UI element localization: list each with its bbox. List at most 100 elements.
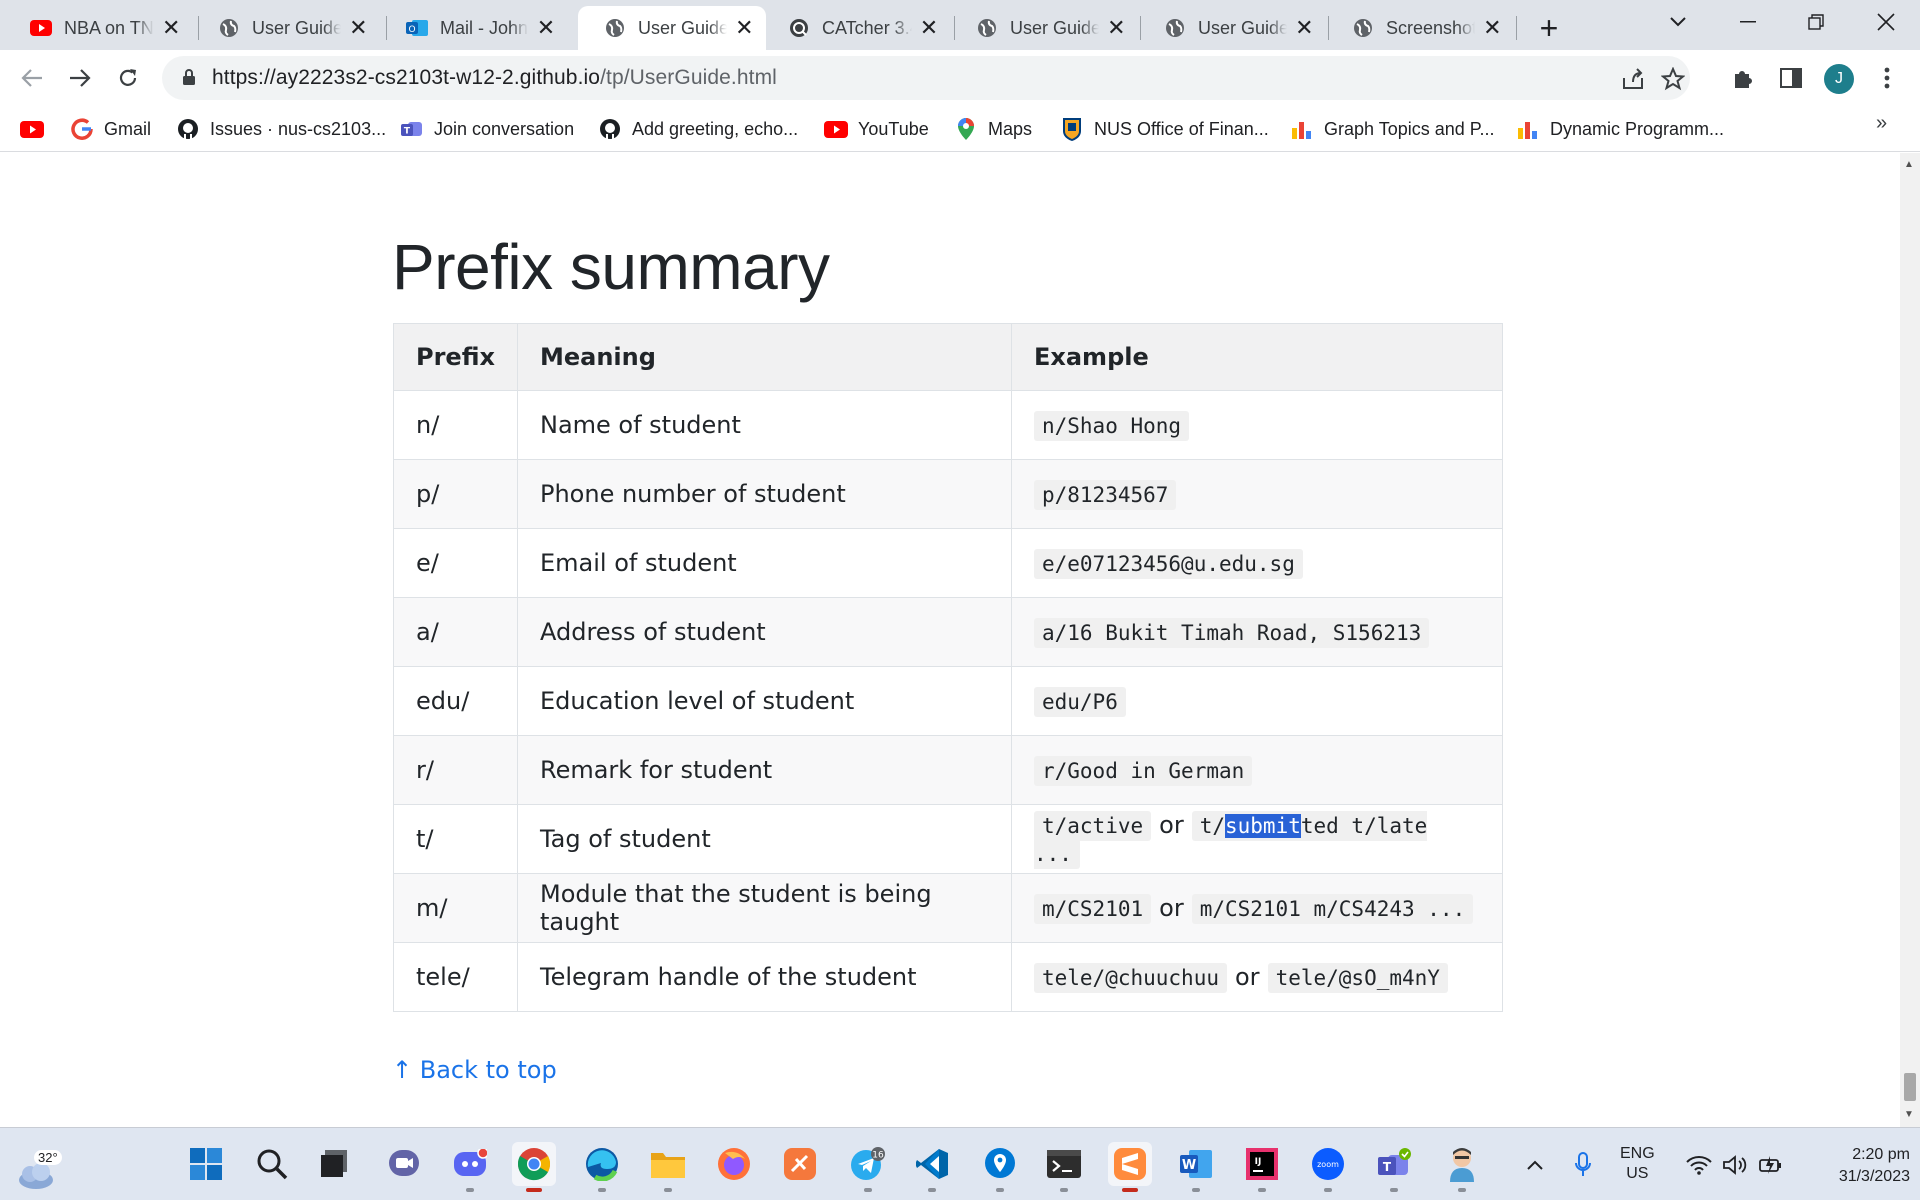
new-tab-button[interactable]: +	[1530, 10, 1568, 46]
tab-mail[interactable]: O Mail - John ✕	[380, 6, 568, 50]
share-icon[interactable]	[1620, 66, 1646, 92]
teams-chat-icon[interactable]	[382, 1142, 426, 1186]
maps-icon	[954, 117, 978, 141]
close-icon[interactable]: ✕	[347, 15, 370, 40]
terminal-icon[interactable]	[1042, 1142, 1086, 1192]
extensions-icon[interactable]	[1728, 63, 1758, 93]
close-icon[interactable]: ✕	[1293, 15, 1316, 40]
close-icon[interactable]: ✕	[918, 15, 940, 40]
tab-user-guide[interactable]: User Guide ✕	[1138, 6, 1326, 50]
tab-label: NBA on TNT	[64, 17, 154, 38]
bookmark-issues[interactable]: Issues · nus-cs2103...	[176, 114, 386, 144]
sublime-icon[interactable]	[1108, 1142, 1152, 1192]
avatar-app-icon[interactable]	[1440, 1142, 1484, 1192]
bookmark-nus-finance[interactable]: NUS Office of Finan...	[1060, 114, 1269, 144]
close-window-button[interactable]	[1858, 0, 1914, 44]
bookmark-youtube-shortcut[interactable]	[20, 114, 54, 144]
microphone-icon[interactable]	[1574, 1128, 1592, 1200]
volume-icon[interactable]	[1722, 1128, 1748, 1200]
example-code: a/16 Bukit Timah Road, S156213	[1033, 618, 1430, 648]
minimize-button[interactable]	[1720, 0, 1776, 44]
bookmark-youtube[interactable]: YouTube	[824, 114, 929, 144]
tab-catcher[interactable]: CATcher 3.4 ✕	[762, 6, 950, 50]
restore-button[interactable]	[1788, 0, 1844, 44]
wifi-icon[interactable]	[1686, 1128, 1712, 1200]
bookmark-graph-topics[interactable]: Graph Topics and P...	[1290, 114, 1494, 144]
close-icon[interactable]: ✕	[1105, 15, 1128, 40]
language-indicator[interactable]: ENG US	[1620, 1144, 1655, 1184]
intellij-icon[interactable]: IJ	[1240, 1142, 1284, 1192]
close-icon[interactable]: ✕	[160, 15, 182, 40]
file-explorer-dark-icon[interactable]	[312, 1142, 356, 1186]
reload-button[interactable]	[108, 58, 148, 98]
text-selection: submit	[1225, 814, 1301, 838]
close-icon[interactable]: ✕	[534, 15, 558, 40]
sourcetree-icon[interactable]	[778, 1142, 822, 1186]
tab-search-button[interactable]	[1650, 0, 1706, 44]
side-panel-icon[interactable]	[1776, 63, 1806, 93]
teams-icon[interactable]: T	[1372, 1142, 1416, 1192]
lock-icon[interactable]	[182, 68, 196, 91]
forward-button[interactable]	[60, 58, 100, 98]
github-icon	[176, 117, 200, 141]
scroll-up-arrow-icon[interactable]: ▲	[1904, 159, 1914, 170]
vscode-icon[interactable]	[910, 1142, 954, 1192]
discord-icon[interactable]	[448, 1142, 492, 1192]
bookmark-label: Gmail	[104, 118, 152, 139]
tab-user-guide-active[interactable]: User Guide ✕	[578, 6, 766, 50]
system-clock[interactable]: 2:20 pm 31/3/2023	[1806, 1144, 1910, 1188]
tab-user-guide[interactable]: User Guide ✕	[192, 6, 380, 50]
url-path: /tp/UserGuide.html	[600, 66, 777, 89]
bookmark-join-conversation[interactable]: T Join conversation	[400, 114, 574, 144]
table-row: edu/Education level of student edu/P6	[393, 666, 1504, 736]
example-cell: n/Shao Hong	[1010, 390, 1504, 460]
windows-start-icon[interactable]	[184, 1142, 228, 1186]
scroll-down-arrow-icon[interactable]: ▼	[1904, 1109, 1914, 1120]
weather-widget[interactable]: 32°	[12, 1138, 72, 1194]
bookmark-add-greeting[interactable]: Add greeting, echo...	[598, 114, 798, 144]
table-body: n/Name of student n/Shao Hong p/Phone numb…	[393, 390, 1504, 1012]
vertical-scrollbar[interactable]: ▲ ▼	[1900, 153, 1920, 1127]
tab-nba-on-tnt[interactable]: NBA on TNT ✕	[4, 6, 192, 50]
bookmarks-overflow-button[interactable]: »	[1876, 112, 1887, 135]
chrome-icon[interactable]	[512, 1142, 556, 1192]
table-row: e/Email of student e/e07123456@u.edu.sg	[393, 528, 1504, 598]
show-hidden-icons-button[interactable]	[1526, 1128, 1544, 1200]
tab-user-guide[interactable]: User Guide ✕	[950, 6, 1138, 50]
scrollbar-thumb[interactable]	[1904, 1073, 1916, 1101]
profile-avatar[interactable]: J	[1824, 64, 1854, 94]
restore-icon	[1808, 14, 1824, 30]
back-button[interactable]	[12, 58, 52, 98]
example-code: tele/@chuuchuu	[1033, 963, 1227, 993]
example-cell: r/Good in German	[1010, 735, 1504, 805]
zoom-icon[interactable]: zoom	[1306, 1142, 1350, 1192]
bookmark-maps[interactable]: Maps	[954, 114, 1032, 144]
meaning-cell: Name of student	[516, 390, 1012, 460]
star-icon[interactable]	[1660, 66, 1686, 92]
bookmark-gmail[interactable]: Gmail	[70, 114, 151, 144]
telegram-icon[interactable]: 16	[846, 1142, 890, 1192]
battery-icon[interactable]	[1758, 1128, 1784, 1200]
bookmark-label: YouTube	[858, 118, 929, 139]
bookmark-dynamic-programming[interactable]: Dynamic Programm...	[1516, 114, 1724, 144]
url-text[interactable]: https://ay2223s2-cs2103t-w12-2.github.io…	[212, 66, 777, 90]
column-header-prefix: Prefix	[393, 323, 518, 391]
tab-screenshot[interactable]: Screenshot ✕	[1326, 6, 1514, 50]
word-icon[interactable]: W	[1174, 1142, 1218, 1192]
youtube-icon	[824, 117, 848, 141]
address-bar[interactable]: https://ay2223s2-cs2103t-w12-2.github.io…	[162, 56, 1690, 100]
table-row: p/Phone number of student p/81234567	[393, 459, 1504, 529]
more-menu-icon[interactable]	[1872, 63, 1902, 93]
svg-text:W: W	[1182, 1158, 1196, 1173]
folder-icon[interactable]	[646, 1142, 690, 1192]
meaning-cell: Tag of student	[516, 804, 1012, 874]
example-cell: tele/@chuuchuu or tele/@sO_m4nY	[1010, 942, 1504, 1012]
youtube-icon	[20, 117, 44, 141]
maps-pin-icon[interactable]	[978, 1142, 1022, 1192]
back-to-top-link[interactable]: ↑ Back to top	[392, 1056, 557, 1084]
close-icon[interactable]: ✕	[733, 15, 756, 40]
search-icon[interactable]	[250, 1142, 294, 1186]
firefox-icon[interactable]	[712, 1142, 756, 1186]
close-icon[interactable]: ✕	[1481, 15, 1504, 40]
edge-icon[interactable]	[580, 1142, 624, 1192]
